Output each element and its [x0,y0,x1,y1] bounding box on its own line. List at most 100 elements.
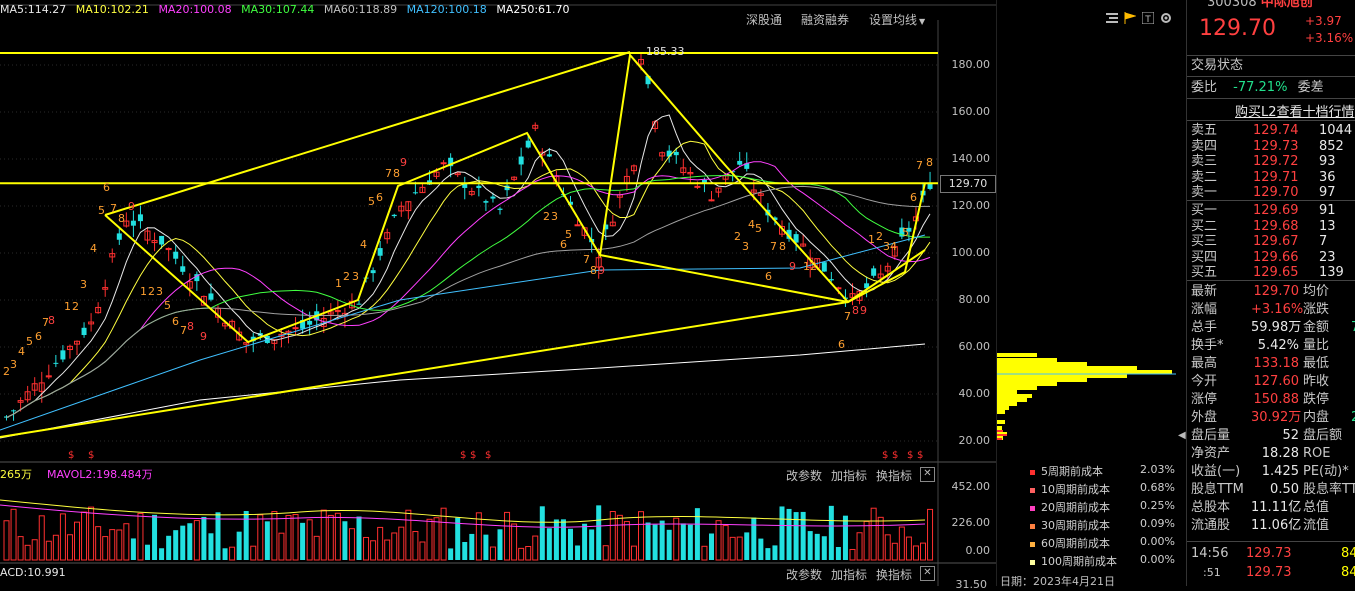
td-count-label: 8 [393,167,400,180]
order-volume: 13 [1319,218,1336,234]
order-volume: 93 [1319,154,1336,169]
stat-label: 净资产 [1191,446,1231,461]
tick-row: 14:56 129.73 84 [1191,545,1355,562]
volume-bar [88,506,95,561]
td-count-label: 2 [734,230,741,243]
l2-buy-link[interactable]: 购买L2查看十档行情 [1235,101,1355,120]
volume-bar [208,533,214,560]
volume-axis-label: 0.00 [965,544,991,557]
candle-body [483,201,489,203]
stat-value: 7 [1351,319,1355,336]
kline-chart-pane[interactable]: 2345678123456789123567891234567892365789… [0,0,1171,591]
volume-bar [666,529,672,560]
ask-row[interactable]: 卖三 129.72 93 [1191,153,1336,170]
ask-row[interactable]: 卖四 129.73 852 [1191,138,1344,155]
td-count-label: 8 [852,304,859,317]
margin-trading-button[interactable]: 融资融券 [801,11,849,28]
volume-bar [285,515,292,561]
vol-edit-params-button[interactable]: 改参数 [786,467,822,484]
deep-connect-button[interactable]: 深股通 [746,11,782,28]
stat-value: 5.42% [1257,338,1299,353]
volume-bar [52,534,59,561]
ask-row[interactable]: 卖五 129.74 1044 [1191,122,1352,139]
bid-row[interactable]: 买四 129.66 23 [1191,249,1336,266]
kline-chart-canvas[interactable]: 2345 67 81 234567891 2 3567 8912 345 67 892 36578 9… [0,0,996,586]
macd-add-indicator-button[interactable]: 加指标 [831,566,867,583]
volume-bar [532,535,539,561]
set-ma-button[interactable]: 设置均线 ▼ [869,11,925,28]
ask-row[interactable]: 卖一 129.70 97 [1191,184,1336,201]
td-count-label: 7 [385,167,392,180]
macd-switch-indicator-button[interactable]: 换指标 [876,566,912,583]
cost-legend-label: 60周期前成本 [1041,537,1110,550]
collapse-arrow-icon[interactable]: ◀ [1178,430,1186,441]
quote-stat-row: 换手* 5.42% 量比 [1191,337,1329,354]
td-count-label: 6 [172,315,179,328]
volume-bar [483,534,489,560]
candle-body [673,151,679,156]
chip-bar [997,366,1137,370]
cost-legend-label: 30周期前成本 [1041,519,1110,532]
legend-swatch [1030,469,1035,475]
macd-edit-params-button[interactable]: 改参数 [786,566,822,583]
bid-row[interactable]: 买三 129.67 7 [1191,233,1327,250]
stat-value: 59.98万 [1251,320,1302,335]
cost-legend-item: 20周期前成本 0.25% [1030,499,1175,515]
bid-row[interactable]: 买二 129.68 13 [1191,218,1336,235]
td-count-label: 8 [118,212,125,225]
signal-marker: $ [88,450,94,461]
ask-row[interactable]: 卖二 129.71 36 [1191,169,1336,186]
cost-legend-item: 5周期前成本 2.03% [1030,463,1175,479]
tick-time: 14:56 [1191,546,1229,561]
ma60-label: MA60:118.89 [323,3,398,16]
candle-body [518,156,524,165]
vol-add-indicator-button[interactable]: 加指标 [831,467,867,484]
ma5-label: MA5:114.27 [0,3,67,16]
volume-bar [250,545,257,561]
candle-body [525,140,531,148]
signal-marker: $ [485,450,491,461]
signal-marker: $ [917,450,923,461]
volume-bar [370,540,377,561]
stat-label: 今开 [1191,374,1218,389]
td-count-label: 9 [860,304,867,317]
volume-bar [898,526,905,561]
volume-bar [433,517,440,561]
vol-switch-indicator-button[interactable]: 换指标 [876,467,912,484]
volume-bar [66,534,73,561]
stat-label: 总值 [1303,500,1330,515]
macd-label: ACD:10.991 [0,566,66,579]
legend-swatch [1030,559,1035,565]
stat-value: 30.92万 [1251,410,1302,425]
order-level-label: 买三 [1191,234,1218,249]
stat-value: 11.06亿 [1251,518,1302,533]
stat-label: 股息率TTM [1303,482,1355,497]
candle-body [574,224,581,227]
volume-bar [758,538,764,560]
volume-bar [45,540,52,561]
volume-bar [779,506,785,560]
order-price: 129.70 [1253,185,1299,200]
ma60-line [6,185,930,419]
bid-row[interactable]: 买五 129.65 139 [1191,264,1344,281]
td-count-label: 2 [543,210,550,223]
volume-bar [701,545,708,561]
bid-row[interactable]: 买一 129.69 91 [1191,202,1336,219]
volume-bar [448,548,454,560]
chip-bar [997,358,1057,362]
macd-close-icon[interactable]: ✕ [920,566,935,581]
stat-value: 0.50 [1270,482,1299,497]
chip-bar-red [997,430,1003,432]
stat-label: 总手 [1191,320,1218,335]
vol-close-icon[interactable]: ✕ [920,467,935,482]
chip-bar [997,353,1037,357]
volume-bar [306,519,313,561]
set-ma-label: 设置均线 [869,13,918,27]
volume-bar [546,528,552,560]
price-axis-label: 140.00 [951,152,991,165]
volume-bar [525,546,532,561]
stat-label: PE(动)* [1303,464,1349,479]
price-axis-label: 80.00 [958,293,991,306]
latest-price: 129.70 [1199,16,1276,41]
volume-axis-label: 452.00 [951,480,991,493]
